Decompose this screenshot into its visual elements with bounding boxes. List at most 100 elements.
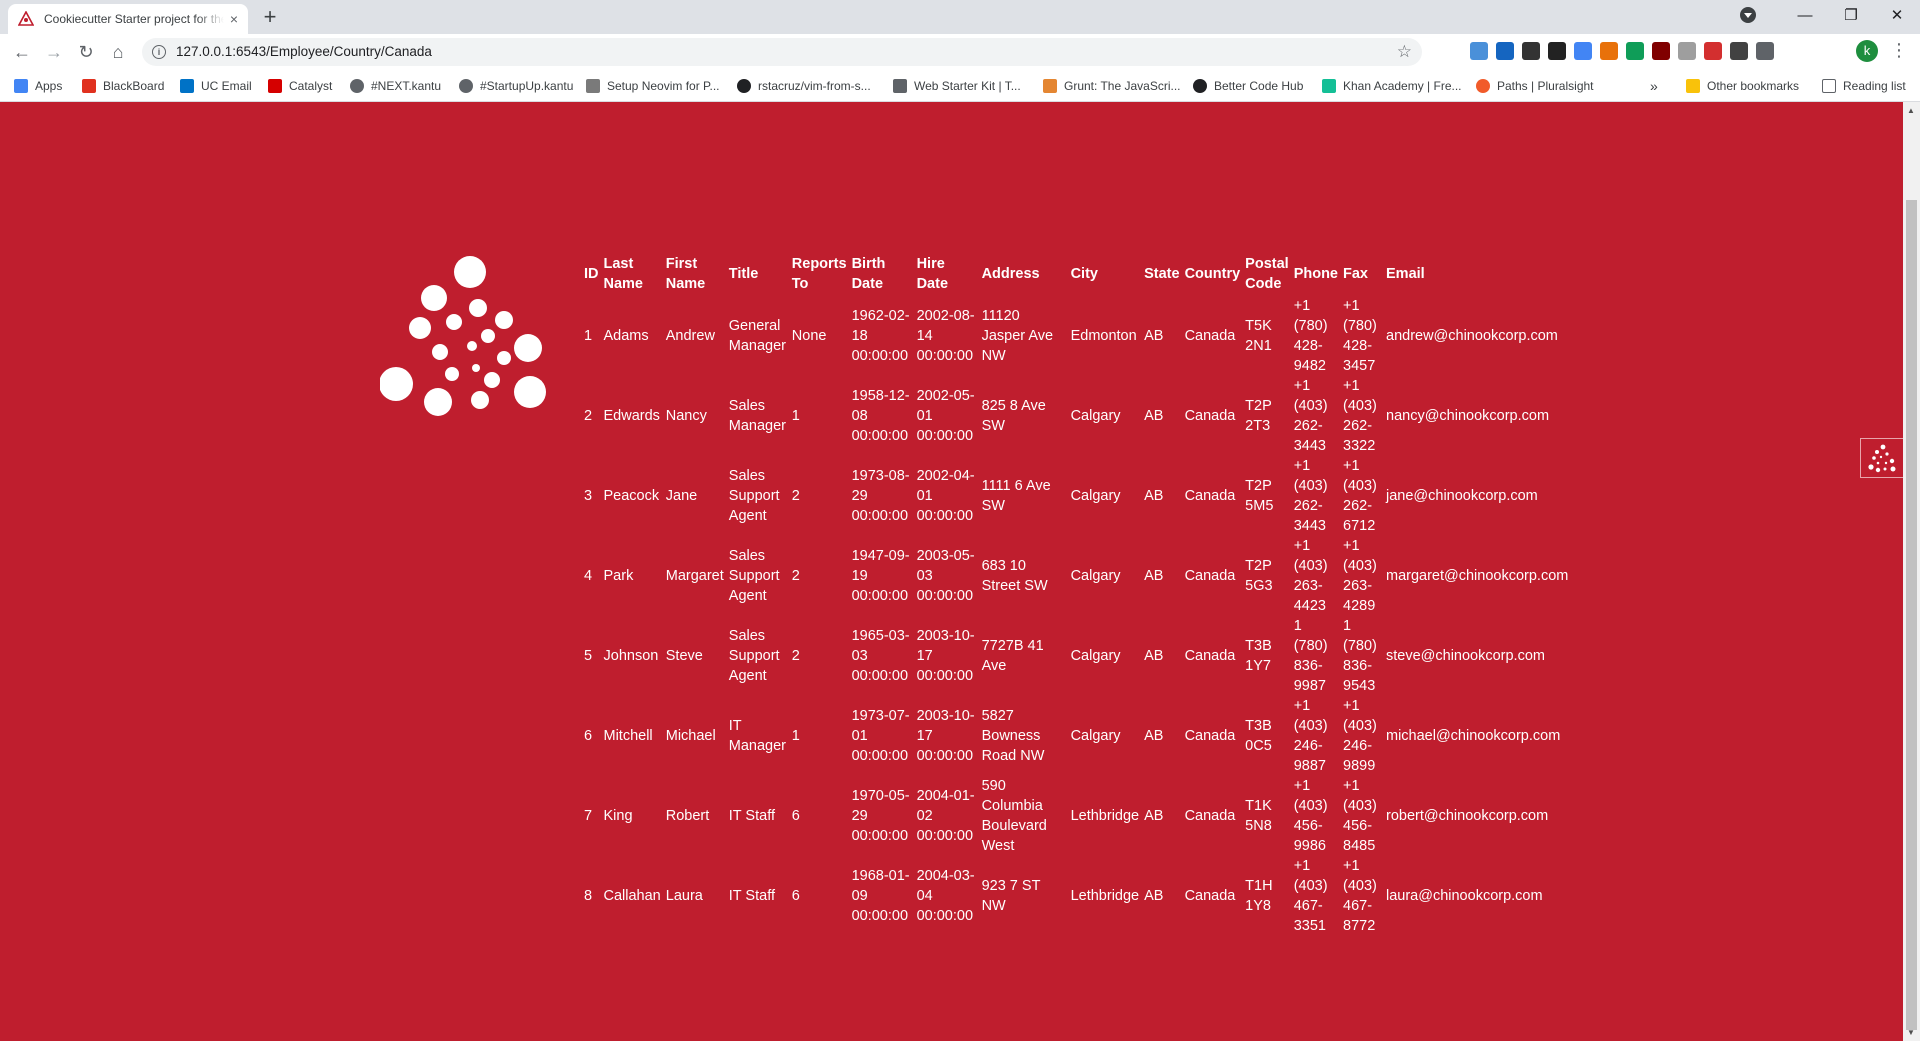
minimize-button[interactable]: — — [1782, 7, 1828, 24]
profile-avatar[interactable]: k — [1856, 40, 1878, 62]
cell-country: Canada — [1184, 568, 1236, 584]
neovim-icon — [586, 79, 600, 93]
cell-country: Canada — [1184, 408, 1236, 424]
cell-id: 2 — [584, 408, 593, 424]
bookmarks-overflow-button[interactable]: » — [1650, 77, 1658, 95]
grunt-icon — [1043, 79, 1057, 93]
other-bookmarks-folder[interactable]: Other bookmarks — [1686, 77, 1799, 95]
table-header-row: ID Last Name First Name Title Reports To… — [584, 252, 1573, 296]
forward-icon[interactable]: → — [42, 40, 66, 64]
apps-grid-icon — [14, 79, 28, 93]
cell-postal-code: T2P 2T3 — [1245, 398, 1272, 434]
new-tab-button[interactable]: + — [258, 6, 282, 30]
bookmark-item[interactable]: Grunt: The JavaScri... — [1043, 77, 1181, 95]
column-header-state: State — [1144, 266, 1180, 282]
cell-state: AB — [1144, 568, 1164, 584]
cell-fax: +1 (780) 428-3457 — [1343, 298, 1377, 374]
cell-hire-date: 2004-01-02 00:00:00 — [916, 788, 975, 844]
browser-menu-icon[interactable]: ⋮ — [1890, 40, 1908, 61]
cell-title: Sales Support Agent — [728, 548, 780, 604]
bookmark-item[interactable]: Better Code Hub — [1193, 77, 1303, 95]
bookmark-item[interactable]: BlackBoard — [82, 77, 164, 95]
browser-tab[interactable]: Cookiecutter Starter project for the Pyr… — [8, 4, 248, 34]
cell-birth-date: 1970-05-29 00:00:00 — [851, 788, 910, 844]
bookmark-item[interactable]: Khan Academy | Fre... — [1322, 77, 1462, 95]
evernote-icon[interactable] — [1626, 42, 1644, 60]
close-window-button[interactable]: ✕ — [1874, 6, 1920, 24]
extension-6-icon[interactable] — [1600, 42, 1618, 60]
bookmark-item[interactable]: Apps — [14, 77, 62, 95]
cell-id: 4 — [584, 568, 593, 584]
reload-icon[interactable]: ↻ — [74, 40, 98, 64]
url-text[interactable]: 127.0.0.1:6543/Employee/Country/Canada — [176, 44, 432, 59]
column-header-fax: Fax — [1343, 266, 1368, 282]
cell-birth-date: 1973-08-29 00:00:00 — [851, 468, 910, 524]
cell-last-name: King — [603, 808, 633, 824]
cell-title: Sales Support Agent — [728, 468, 780, 524]
extension-9-icon[interactable] — [1678, 42, 1696, 60]
cell-postal-code: T3B 1Y7 — [1245, 638, 1272, 674]
debug-toolbar-tab[interactable] — [1860, 438, 1903, 478]
cell-postal-code: T1K 5N8 — [1245, 798, 1272, 834]
selenium-icon[interactable] — [1730, 42, 1748, 60]
column-header-last-name: Last Name — [603, 256, 644, 292]
bookmark-item[interactable]: Paths | Pluralsight — [1476, 77, 1594, 95]
pdf-icon[interactable] — [1704, 42, 1722, 60]
cell-id: 7 — [584, 808, 593, 824]
tab-search-icon[interactable] — [1740, 7, 1756, 23]
cell-address: 1111 6 Ave SW — [981, 478, 1051, 514]
scroll-down-icon[interactable]: ▼ — [1907, 1028, 1915, 1037]
cell-reports-to: 6 — [791, 888, 800, 904]
back-icon[interactable]: ← — [10, 40, 34, 64]
cell-email: laura@chinookcorp.com — [1386, 888, 1543, 904]
cell-phone: +1 (403) 246-9887 — [1293, 698, 1328, 774]
bookmark-star-icon[interactable]: ☆ — [1397, 42, 1412, 62]
cell-phone: +1 (403) 456-9986 — [1293, 778, 1328, 854]
cell-state: AB — [1144, 328, 1164, 344]
window-controls: — ❐ ✕ — [1740, 0, 1920, 30]
khan-icon — [1322, 79, 1336, 93]
bookmark-item[interactable]: rstacruz/vim-from-s... — [737, 77, 871, 95]
address-bar[interactable]: i 127.0.0.1:6543/Employee/Country/Canada… — [142, 38, 1422, 66]
extensions-area — [1470, 42, 1774, 60]
cell-city: Calgary — [1070, 728, 1121, 744]
bookmark-item[interactable]: Setup Neovim for P... — [586, 77, 720, 95]
github-icon — [737, 79, 751, 93]
cell-first-name: Robert — [665, 808, 710, 824]
cell-phone: +1 (403) 262-3443 — [1293, 378, 1328, 454]
pyramid-logo-icon — [380, 256, 546, 416]
cell-state: AB — [1144, 728, 1164, 744]
translate-icon[interactable] — [1574, 42, 1592, 60]
home-icon[interactable]: ⌂ — [106, 40, 130, 64]
cell-reports-to: 1 — [791, 408, 800, 424]
column-header-first-name: First Name — [665, 256, 706, 292]
extension-4-icon[interactable] — [1548, 42, 1566, 60]
bookmark-item[interactable]: Catalyst — [268, 77, 332, 95]
scrollbar-thumb[interactable] — [1906, 200, 1917, 1030]
cell-postal-code: T3B 0C5 — [1245, 718, 1272, 754]
restore-button[interactable]: ❐ — [1828, 6, 1874, 24]
globe-icon — [459, 79, 473, 93]
browser-toolbar: ← → ↻ ⌂ i 127.0.0.1:6543/Employee/Countr… — [0, 34, 1920, 70]
tab-close-icon[interactable]: × — [230, 11, 238, 27]
bookmark-item[interactable]: UC Email — [180, 77, 252, 95]
site-info-icon[interactable]: i — [152, 45, 166, 59]
column-header-reports-to: Reports To — [791, 256, 847, 292]
extension-2-icon[interactable] — [1496, 42, 1514, 60]
bookmark-item[interactable]: Web Starter Kit | T... — [893, 77, 1021, 95]
bookmark-item[interactable]: #StartupUp.kantu — [459, 77, 573, 95]
bookmark-item[interactable]: #NEXT.kantu — [350, 77, 441, 95]
cell-hire-date: 2003-05-03 00:00:00 — [916, 548, 975, 604]
extension-1-icon[interactable] — [1470, 42, 1488, 60]
cell-country: Canada — [1184, 648, 1236, 664]
cell-reports-to: 1 — [791, 728, 800, 744]
scroll-up-icon[interactable]: ▲ — [1907, 106, 1915, 115]
page-scrollbar[interactable]: ▲ ▼ — [1903, 102, 1920, 1041]
extensions-puzzle-icon[interactable] — [1756, 42, 1774, 60]
reading-list-button[interactable]: Reading list — [1822, 77, 1906, 95]
ublock-icon[interactable] — [1652, 42, 1670, 60]
cell-birth-date: 1973-07-01 00:00:00 — [851, 708, 910, 764]
tab-title: Cookiecutter Starter project for the Pyr… — [44, 12, 224, 26]
cell-country: Canada — [1184, 328, 1236, 344]
extension-3-icon[interactable] — [1522, 42, 1540, 60]
